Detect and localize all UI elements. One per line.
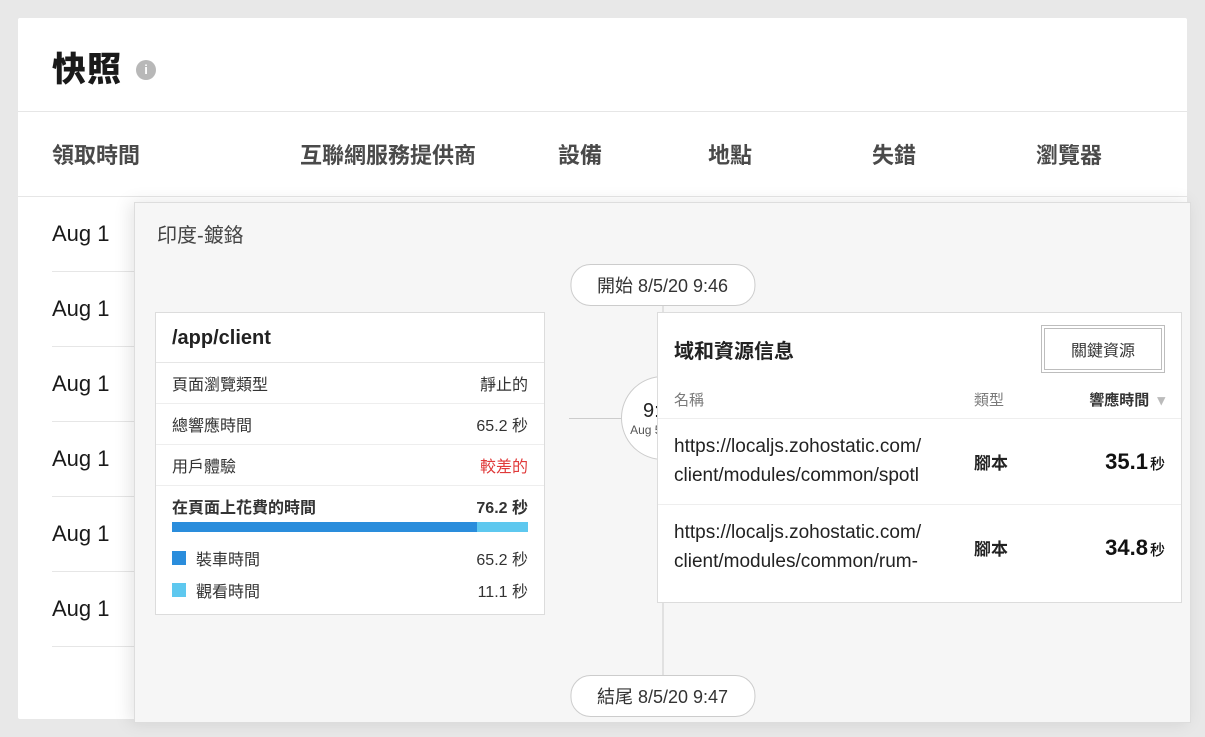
chevron-down-icon: ▾ xyxy=(1153,392,1165,409)
resource-row[interactable]: https://localjs.zohostatic.com/ client/m… xyxy=(658,419,1181,505)
resources-columns: 名稱 類型 響應時間 ▾ xyxy=(658,383,1181,419)
kv-pageview-type: 頁面瀏覽類型 靜止的 xyxy=(156,363,544,404)
resource-type: 腳本 xyxy=(974,449,1064,474)
tab-errors[interactable]: 失錯 xyxy=(872,112,1036,196)
page-path: /app/client xyxy=(156,313,544,363)
col-name: 名稱 xyxy=(674,389,974,410)
legend-swatch-load xyxy=(172,551,186,565)
tab-collection-time[interactable]: 領取時間 xyxy=(52,112,300,196)
col-response-time[interactable]: 響應時間 ▾ xyxy=(1064,389,1165,410)
legend-load: 裝車時間 65.2 秒 xyxy=(156,542,544,574)
tabs-bar: 領取時間 互聯網服務提供商 設備 地點 失錯 瀏覽器 xyxy=(18,112,1187,197)
start-pill: 開始 8/5/20 9:46 xyxy=(570,264,755,306)
page-details-card: /app/client 頁面瀏覽類型 靜止的 總響應時間 65.2 秒 用戶體驗… xyxy=(155,312,545,615)
page-title: 快照 xyxy=(52,42,122,91)
resources-title: 域和資源信息 xyxy=(674,335,794,364)
legend-view: 觀看時間 11.1 秒 xyxy=(156,574,544,614)
page-header: 快照 i xyxy=(18,18,1187,112)
legend-swatch-view xyxy=(172,583,186,597)
end-pill: 結尾 8/5/20 9:47 xyxy=(570,675,755,717)
kv-total-response: 總響應時間 65.2 秒 xyxy=(156,404,544,445)
resource-response: 35.1秒 xyxy=(1064,449,1165,475)
resource-response: 34.8秒 xyxy=(1064,535,1165,561)
bar-view xyxy=(477,522,528,532)
kv-time-on-page: 在頁面上花費的時間 76.2 秒 xyxy=(156,486,544,522)
tab-browser[interactable]: 瀏覽器 xyxy=(1036,112,1102,196)
tab-isp[interactable]: 互聯網服務提供商 xyxy=(300,112,558,196)
tab-device[interactable]: 設備 xyxy=(558,112,708,196)
start-label: 開始 xyxy=(597,276,633,296)
start-time: 8/5/20 9:46 xyxy=(638,276,728,296)
timeline: 開始 8/5/20 9:46 9:46 Aug 5, 2020 /app/cli… xyxy=(135,264,1190,727)
time-split-bar xyxy=(172,522,528,532)
detail-popup: 印度-鍍鉻 開始 8/5/20 9:46 9:46 Aug 5, 2020 /a… xyxy=(134,202,1191,723)
key-resources-button[interactable]: 關鍵資源 xyxy=(1041,325,1165,373)
main-card: 快照 i 領取時間 互聯網服務提供商 設備 地點 失錯 瀏覽器 Aug 1 Au… xyxy=(18,18,1187,719)
kv-user-experience: 用戶體驗 較差的 xyxy=(156,445,544,486)
connector-left xyxy=(569,418,621,419)
bar-load xyxy=(172,522,477,532)
tab-location[interactable]: 地點 xyxy=(708,112,872,196)
resource-type: 腳本 xyxy=(974,535,1064,560)
resource-name: https://localjs.zohostatic.com/ client/m… xyxy=(674,433,974,490)
popup-title: 印度-鍍鉻 xyxy=(135,203,1190,264)
end-label: 結尾 xyxy=(597,687,633,707)
resource-name: https://localjs.zohostatic.com/ client/m… xyxy=(674,519,974,576)
resource-row[interactable]: https://localjs.zohostatic.com/ client/m… xyxy=(658,505,1181,590)
col-type: 類型 xyxy=(974,389,1064,410)
end-time: 8/5/20 9:47 xyxy=(638,687,728,707)
info-icon[interactable]: i xyxy=(136,60,156,80)
resources-card: 域和資源信息 關鍵資源 名稱 類型 響應時間 ▾ https://localjs… xyxy=(657,312,1182,603)
